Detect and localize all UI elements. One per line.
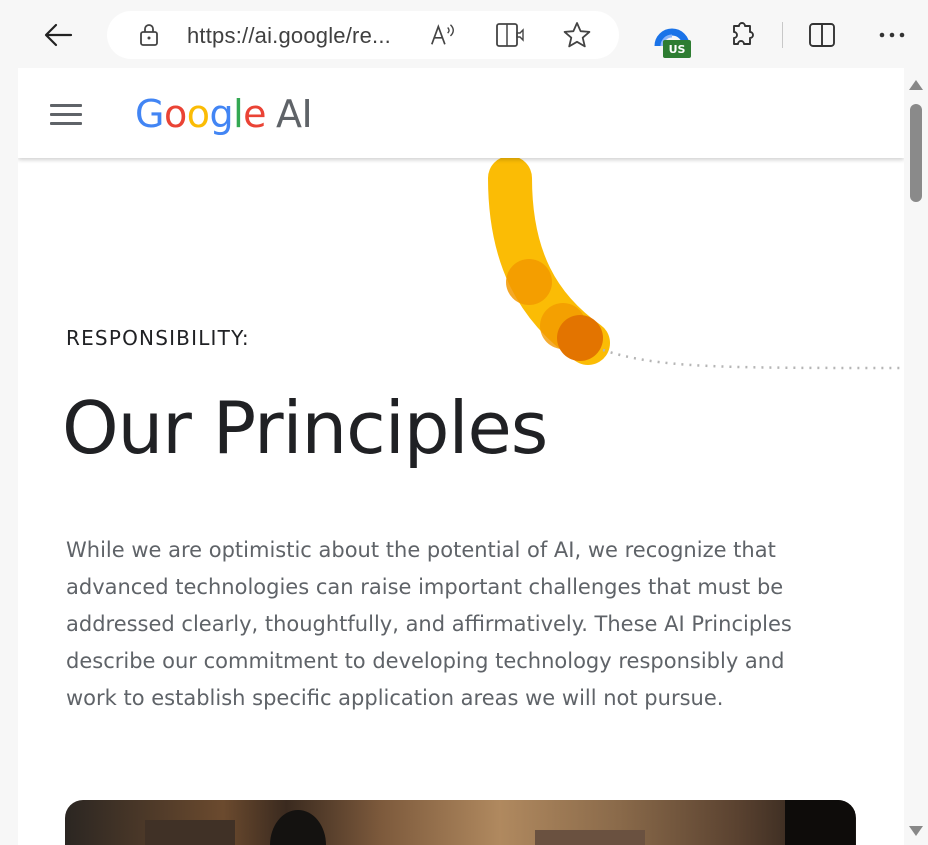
puzzle-extensions-icon[interactable] <box>724 18 758 52</box>
scrollbar-thumb[interactable] <box>910 104 922 202</box>
address-bar[interactable]: https://ai.google/re... <box>107 11 619 59</box>
scroll-up-arrow-icon[interactable] <box>909 80 923 90</box>
back-arrow-icon[interactable] <box>40 17 76 53</box>
web-page: Google AI RESPONSIBILITY: Our Principles … <box>18 68 904 845</box>
hamburger-menu-icon[interactable] <box>50 104 82 126</box>
favorite-star-icon[interactable] <box>562 21 592 49</box>
hero-image <box>65 800 856 845</box>
scroll-down-arrow-icon[interactable] <box>909 826 923 836</box>
immersive-reader-icon[interactable] <box>495 21 525 49</box>
split-screen-icon[interactable] <box>804 18 840 52</box>
section-eyebrow: RESPONSIBILITY: <box>66 326 250 350</box>
extension-badge: US <box>663 40 691 58</box>
read-aloud-icon[interactable] <box>429 21 457 49</box>
more-options-icon[interactable] <box>872 18 912 52</box>
toolbar-divider <box>782 22 783 48</box>
site-header: Google AI <box>18 68 904 158</box>
url-text[interactable]: https://ai.google/re... <box>187 23 391 49</box>
decorative-swoosh-graphic <box>488 158 904 370</box>
intro-paragraph: While we are optimistic about the potent… <box>66 538 792 710</box>
page-title: Our Principles <box>62 386 548 470</box>
google-ai-logo[interactable]: Google AI <box>135 92 313 136</box>
lock-icon[interactable] <box>137 23 161 47</box>
browser-toolbar: https://ai.google/re... US <box>0 0 928 68</box>
vertical-scrollbar[interactable] <box>904 68 928 845</box>
